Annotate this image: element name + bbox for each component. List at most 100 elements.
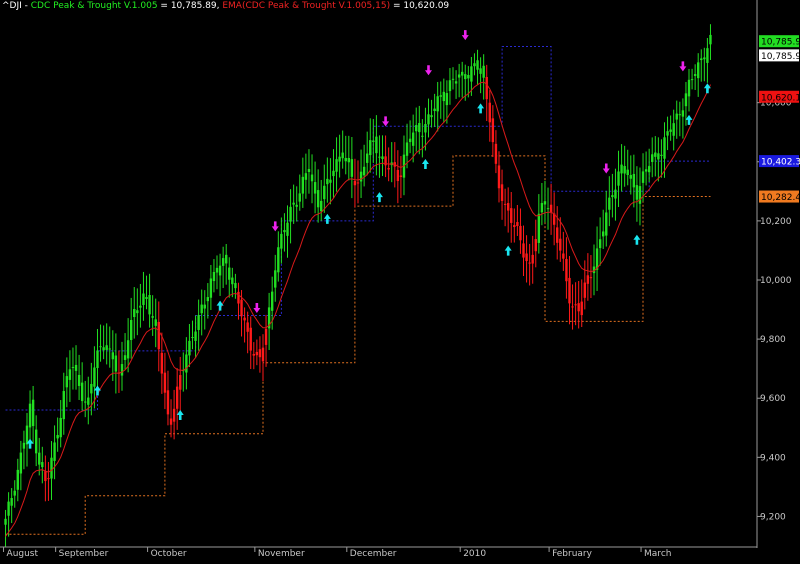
candle-body bbox=[99, 346, 102, 348]
candle-body bbox=[697, 62, 700, 79]
candle-body bbox=[304, 173, 308, 180]
candle-body bbox=[93, 367, 96, 387]
candle-body bbox=[264, 328, 268, 345]
candle-body bbox=[620, 164, 623, 174]
x-tick-label: March bbox=[644, 549, 671, 559]
candle-body bbox=[53, 442, 56, 461]
candle-body bbox=[672, 123, 675, 136]
candle-body bbox=[234, 283, 237, 289]
candle-body bbox=[218, 265, 222, 276]
y-tick-label: 10,200 bbox=[760, 217, 792, 227]
candle-body bbox=[356, 182, 360, 184]
candle-body bbox=[491, 118, 495, 143]
candle-body bbox=[439, 95, 442, 97]
candle-body bbox=[194, 331, 197, 341]
candle-body bbox=[565, 259, 568, 282]
candle-body bbox=[289, 206, 292, 222]
candle-body bbox=[221, 258, 225, 266]
candle-body bbox=[145, 297, 148, 299]
candle-body bbox=[562, 253, 565, 259]
candle-body bbox=[148, 294, 151, 315]
candle-body bbox=[411, 132, 415, 146]
candle-body bbox=[160, 352, 164, 374]
candle-body bbox=[108, 348, 111, 350]
candle-body bbox=[31, 399, 35, 427]
candle-body bbox=[693, 74, 697, 76]
candle-body bbox=[344, 157, 347, 162]
candle-body bbox=[510, 208, 513, 223]
candle-body bbox=[133, 308, 136, 318]
price-label: 10,785.9 bbox=[761, 38, 800, 48]
candle-body bbox=[22, 442, 26, 449]
candle-body bbox=[681, 110, 685, 117]
y-tick-label: 9,800 bbox=[760, 335, 786, 345]
candle-body bbox=[96, 350, 99, 369]
candle-body bbox=[326, 178, 329, 185]
candle-body bbox=[445, 93, 449, 106]
candle-body bbox=[635, 185, 639, 200]
candle-body bbox=[316, 190, 320, 208]
candle-body bbox=[68, 369, 72, 380]
candle-body bbox=[28, 403, 32, 428]
candle-body bbox=[399, 175, 403, 177]
candle-body bbox=[651, 154, 654, 162]
candle-body bbox=[690, 79, 694, 81]
candle-body bbox=[485, 76, 488, 100]
candle-body bbox=[464, 74, 467, 80]
candle-body bbox=[142, 293, 145, 305]
candle-body bbox=[709, 34, 712, 45]
price-label: 10,620.1 bbox=[761, 93, 800, 103]
candle-body bbox=[323, 185, 326, 200]
candle-body bbox=[525, 253, 528, 262]
candle-body bbox=[7, 501, 10, 516]
candle-body bbox=[375, 136, 378, 154]
candle-body bbox=[172, 408, 176, 422]
ema-name: EMA(CDC Peak & Trought V.1.005,15) bbox=[222, 1, 391, 11]
candle-body bbox=[310, 174, 314, 182]
candle-body bbox=[77, 374, 81, 386]
candle-body bbox=[111, 352, 115, 360]
candle-body bbox=[534, 239, 537, 252]
candle-body bbox=[87, 397, 90, 405]
candle-body bbox=[571, 306, 574, 308]
candle-body bbox=[405, 142, 409, 156]
candle-body bbox=[114, 355, 118, 372]
price-label: 10,785.9 bbox=[761, 52, 800, 62]
x-tick-label: October bbox=[151, 549, 187, 559]
candle-body bbox=[274, 270, 277, 288]
chart-header: ^DJI - CDC Peak & Trought V.1.005 = 10,7… bbox=[2, 1, 449, 11]
candle-body bbox=[74, 364, 78, 371]
candle-body bbox=[678, 114, 682, 116]
candle-body bbox=[350, 159, 354, 177]
candle-body bbox=[59, 417, 62, 438]
candle-body bbox=[283, 230, 286, 233]
candle-body bbox=[80, 382, 84, 402]
candle-body bbox=[543, 201, 547, 205]
candle-body bbox=[295, 204, 298, 207]
candle-body bbox=[608, 197, 611, 210]
candle-body bbox=[154, 319, 157, 326]
x-tick-label: December bbox=[350, 549, 397, 559]
candle-body bbox=[191, 337, 194, 339]
candle-body bbox=[629, 175, 632, 179]
candle-body bbox=[601, 231, 605, 237]
candle-body bbox=[372, 140, 375, 142]
candle-body bbox=[188, 340, 191, 356]
y-tick-label: 9,400 bbox=[760, 453, 786, 463]
candle-body bbox=[286, 222, 289, 236]
candle-body bbox=[240, 299, 243, 317]
y-tick-label: 10,000 bbox=[760, 276, 792, 286]
candle-body bbox=[90, 383, 93, 394]
candle-body bbox=[408, 138, 412, 143]
candle-body bbox=[442, 91, 446, 102]
candle-body bbox=[669, 129, 672, 132]
candle-body bbox=[280, 233, 283, 249]
candle-body bbox=[255, 351, 259, 356]
candle-body bbox=[488, 102, 491, 123]
candle-body bbox=[657, 153, 660, 160]
indicator-value: = 10,785.89, bbox=[157, 1, 223, 11]
x-tick-label: August bbox=[7, 549, 39, 559]
candle-body bbox=[47, 478, 50, 480]
candle-body bbox=[470, 66, 473, 82]
candle-body bbox=[577, 303, 580, 312]
